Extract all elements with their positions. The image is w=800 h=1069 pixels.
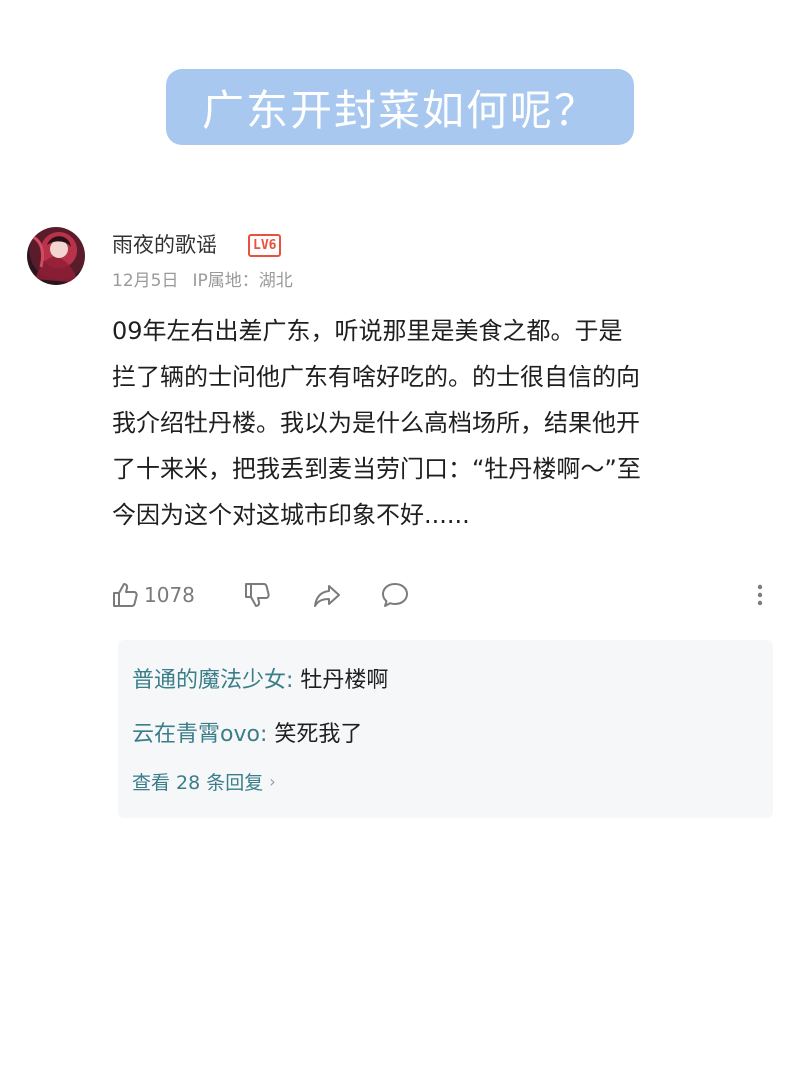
comment-button[interactable] bbox=[380, 576, 410, 614]
chevron-right-icon: › bbox=[269, 772, 276, 791]
comment-actions: 1078 bbox=[110, 576, 770, 614]
thumb-up-icon bbox=[113, 583, 138, 607]
comment-line: 拦了辆的士问他广东有啥好吃的。的士很自信的向 bbox=[112, 363, 640, 391]
reply-text: 笑死我了 bbox=[274, 722, 363, 747]
comment-body: 09年左右出差广东，听说那里是美食之都。于是 拦了辆的士问他广东有啥好吃的。的士… bbox=[112, 308, 767, 538]
comment-line: 09年左右出差广东，听说那里是美食之都。于是 bbox=[112, 317, 623, 345]
view-replies-label: 查看 28 条回复 bbox=[132, 772, 264, 794]
like-button[interactable]: 1078 bbox=[110, 576, 195, 614]
reply-separator: : bbox=[286, 668, 301, 693]
more-vertical-icon bbox=[757, 584, 763, 606]
like-count: 1078 bbox=[144, 583, 195, 607]
comment-meta: 12月5日 IP属地：湖北 bbox=[112, 266, 307, 291]
title-banner: 广东开封菜如何呢？ bbox=[166, 69, 634, 145]
reply-author[interactable]: 云在青霄ovo bbox=[132, 722, 260, 747]
dislike-button[interactable] bbox=[242, 576, 272, 614]
comment-line: 我介绍牡丹楼。我以为是什么高档场所，结果他开 bbox=[112, 409, 640, 437]
reply-preview: 普通的魔法少女: 牡丹楼啊 云在青霄ovo: 笑死我了 查看 28 条回复 › bbox=[118, 640, 773, 818]
thumb-down-icon bbox=[245, 583, 270, 607]
share-icon bbox=[314, 585, 340, 607]
avatar-image bbox=[32, 235, 79, 283]
view-replies-link[interactable]: 查看 28 条回复 › bbox=[132, 768, 276, 795]
banner-title: 广东开封菜如何呢？ bbox=[201, 85, 598, 135]
reply-item[interactable]: 云在青霄ovo: 笑死我了 bbox=[132, 716, 362, 748]
reply-item[interactable]: 普通的魔法少女: 牡丹楼啊 bbox=[132, 662, 388, 694]
share-button[interactable] bbox=[312, 576, 342, 614]
reply-author[interactable]: 普通的魔法少女 bbox=[132, 668, 286, 693]
author-name[interactable]: 雨夜的歌谣 bbox=[112, 229, 217, 259]
ip-location: IP属地：湖北 bbox=[192, 271, 293, 291]
comment-line: 今因为这个对这城市印象不好...... bbox=[112, 501, 470, 529]
comment-icon bbox=[382, 583, 408, 607]
reply-text: 牡丹楼啊 bbox=[300, 668, 389, 693]
avatar[interactable] bbox=[27, 227, 85, 285]
comment-date: 12月5日 bbox=[112, 271, 179, 291]
more-button[interactable] bbox=[750, 576, 770, 614]
reply-separator: : bbox=[259, 722, 275, 747]
level-badge: LV6 bbox=[248, 234, 282, 257]
comment-line: 了十来米，把我丢到麦当劳门口：“牡丹楼啊～”至 bbox=[112, 455, 641, 483]
page: 广东开封菜如何呢？ 雨夜的歌谣 LV6 12月5日 IP属地：湖北 09年左右出差… bbox=[0, 0, 800, 1069]
